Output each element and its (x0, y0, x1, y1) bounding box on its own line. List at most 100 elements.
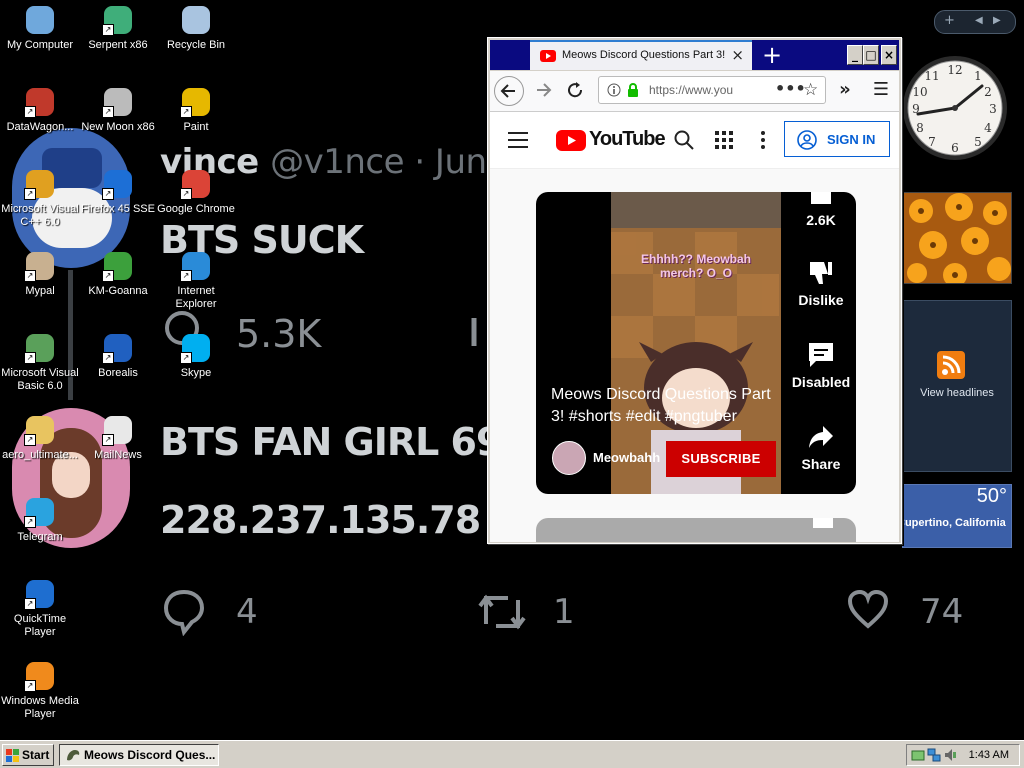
subscribe-button[interactable]: SUBSCRIBE (666, 441, 776, 477)
dislike-button[interactable]: Dislike (786, 260, 856, 308)
clock-gadget[interactable]: 12 12 345 678 91011 (900, 48, 1010, 172)
sign-in-button[interactable]: SIGN IN (784, 121, 890, 157)
desktop-icon[interactable]: ↗ Telegram (1, 496, 79, 544)
youtube-play-logo-icon (556, 130, 586, 151)
reload-button[interactable] (560, 76, 590, 106)
back-arrow-icon (500, 84, 515, 98)
desktop-icon-label: New Moon x86 (81, 121, 155, 133)
like-count-label: 2.6K (806, 212, 836, 228)
tray-volume-icon[interactable] (943, 748, 957, 762)
url-bar[interactable]: https://www.you ••• ☆ (598, 76, 826, 104)
desktop-icon[interactable]: ↗ DataWagon... (1, 86, 79, 134)
overflow-chevron-icon[interactable]: » (830, 76, 860, 106)
shorts-video-card[interactable]: Ehhhh?? Meowbah merch? O_O 2.6K Dislike … (536, 192, 856, 494)
svg-text:12: 12 (947, 63, 962, 77)
prev-icon[interactable]: ◀ (975, 15, 983, 26)
like-button[interactable]: 2.6K (786, 192, 856, 228)
shortcut-arrow-icon: ↗ (102, 270, 114, 282)
desktop-icon-label: Skype (180, 367, 212, 379)
computer-icon (24, 4, 56, 36)
next-icon[interactable]: ▶ (993, 15, 1001, 26)
desktop-icon[interactable]: ↗ aero_ultimate... (1, 414, 79, 462)
desktop-icon[interactable]: My Computer (1, 4, 79, 52)
apps-grid-icon[interactable] (715, 131, 733, 149)
svg-text:4: 4 (984, 121, 992, 135)
tab-youtube[interactable]: Meows Discord Questions Part 3! # × (530, 40, 752, 70)
serpent-icon: ↗ (102, 4, 134, 36)
bookmark-star-icon[interactable]: ☆ (803, 80, 818, 100)
desktop-icon[interactable]: ↗ Microsoft Visual Basic 6.0 (1, 332, 79, 393)
tray-safe-remove-icon[interactable] (911, 748, 925, 762)
flowers-photo (903, 193, 1011, 283)
view-headlines-label[interactable]: View headlines (903, 387, 1011, 399)
desktop-icon-label: Windows Media Player (1, 695, 79, 720)
shortcut-arrow-icon: ↗ (102, 434, 114, 446)
visual-basic-icon: ↗ (24, 332, 56, 364)
desktop-icon[interactable]: ↗ Microsoft Visual C++ 6.0 (1, 168, 79, 229)
video-title[interactable]: Meows Discord Questions Part 3! #shorts … (551, 384, 781, 428)
new-moon-icon: ↗ (102, 86, 134, 118)
channel-name[interactable]: Meowbahh (593, 450, 660, 465)
add-gadget-icon[interactable]: + (944, 13, 955, 28)
retweet-count: 1 (553, 592, 575, 632)
windows-media-player-icon: ↗ (24, 660, 56, 692)
gadget-toolbar[interactable]: + ◀ ▶ (934, 10, 1016, 34)
menu-hamburger-icon[interactable]: ☰ (866, 76, 896, 106)
desktop-icon-label: Telegram (17, 531, 63, 543)
forward-button[interactable] (528, 76, 558, 106)
next-shorts-card[interactable] (536, 518, 856, 542)
desktop-icon[interactable]: ↗ New Moon x86 (79, 86, 157, 134)
minimize-button[interactable]: _ (847, 45, 863, 65)
shortcut-arrow-icon: ↗ (180, 188, 192, 200)
search-icon[interactable] (674, 130, 694, 150)
visual-cpp-icon: ↗ (24, 168, 56, 200)
desktop-icon[interactable]: ↗ Serpent x86 (79, 4, 157, 52)
tray-clock[interactable]: 1:43 AM (969, 749, 1009, 761)
feed-headlines-gadget[interactable]: View headlines (902, 300, 1012, 472)
tray-network-icon[interactable] (927, 748, 941, 762)
reply-count: 4 (236, 592, 258, 632)
desktop-icon-label: My Computer (6, 39, 74, 51)
desktop-icon[interactable]: ↗ Windows Media Player (1, 660, 79, 721)
maximize-button[interactable]: □ (863, 45, 879, 65)
shortcut-arrow-icon: ↗ (102, 352, 114, 364)
comments-button[interactable]: Disabled (786, 342, 856, 390)
page-actions-icon[interactable]: ••• (775, 79, 806, 98)
hamburger-menu-icon[interactable] (508, 132, 528, 148)
desktop-icon-label: aero_ultimate... (2, 449, 78, 461)
browser-window[interactable]: Meows Discord Questions Part 3! # × + _ … (487, 37, 902, 544)
desktop-icon[interactable]: Recycle Bin (157, 4, 235, 52)
url-text[interactable]: https://www.you (649, 83, 733, 97)
desktop-icon[interactable]: ↗ Borealis (79, 332, 157, 380)
weather-gadget[interactable]: 50° Cupertino, California (902, 484, 1012, 548)
desktop-icon[interactable]: ↗ Internet Explorer (157, 250, 235, 311)
desktop-icon[interactable]: ↗ Skype (157, 332, 235, 380)
desktop-icon[interactable]: ↗ QuickTime Player (1, 578, 79, 639)
shortcut-arrow-icon: ↗ (24, 434, 36, 446)
close-button[interactable]: × (881, 45, 897, 65)
info-icon[interactable] (607, 83, 621, 97)
thumbs-down-icon (810, 262, 832, 284)
channel-avatar[interactable] (552, 441, 586, 475)
svg-text:7: 7 (928, 135, 936, 149)
taskbar-item-browser[interactable]: Meows Discord Ques... (59, 744, 219, 766)
desktop-icon-label: KM-Goanna (88, 285, 148, 297)
desktop-icon[interactable]: ↗ Firefox 45 SSE (79, 168, 157, 216)
shortcut-arrow-icon: ↗ (180, 270, 192, 282)
desktop-icon-label: DataWagon... (6, 121, 74, 133)
desktop-icon[interactable]: ↗ Paint (157, 86, 235, 134)
slideshow-gadget[interactable] (902, 192, 1012, 284)
shortcut-arrow-icon: ↗ (102, 24, 114, 36)
desktop-icon[interactable]: ↗ Google Chrome (157, 168, 235, 216)
new-tab-button[interactable]: + (762, 41, 782, 69)
tab-close-icon[interactable]: × (731, 46, 744, 64)
start-button[interactable]: Start (2, 744, 54, 766)
forward-arrow-icon (537, 83, 552, 97)
more-vert-icon[interactable] (760, 130, 766, 150)
back-button[interactable] (494, 76, 524, 106)
share-button[interactable]: Share (786, 424, 856, 472)
youtube-logo-text: YouTube (589, 128, 666, 150)
desktop-icon[interactable]: ↗ Mypal (1, 250, 79, 298)
desktop-icon[interactable]: ↗ MailNews (79, 414, 157, 462)
desktop-icon[interactable]: ↗ KM-Goanna (79, 250, 157, 298)
